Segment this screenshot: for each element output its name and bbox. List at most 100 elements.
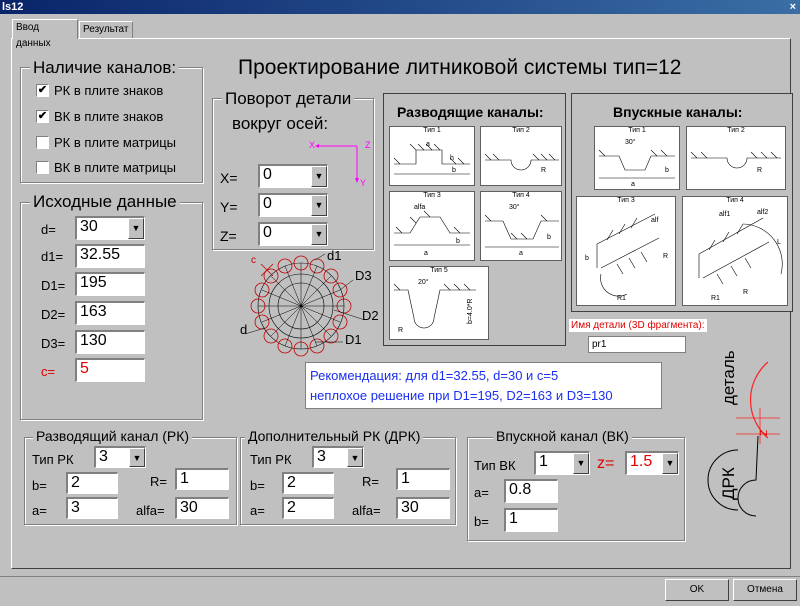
rot-x-select[interactable]: 0 ▼ xyxy=(258,164,328,188)
d1-input[interactable]: 32.55 xyxy=(75,244,145,268)
chevron-down-icon[interactable]: ▼ xyxy=(311,166,327,187)
chevron-down-icon[interactable]: ▼ xyxy=(128,218,144,239)
z-side-label: Z xyxy=(759,429,770,436)
tab-result[interactable]: Результат xyxy=(79,21,133,39)
checkbox-checked-icon[interactable]: ✔ xyxy=(36,84,49,97)
checkbox-empty-icon[interactable] xyxy=(36,161,49,174)
runner-type-1-sketch: a hb xyxy=(393,141,470,175)
rk-a-input[interactable]: 3 xyxy=(66,497,118,519)
drk-a-input[interactable]: 2 xyxy=(282,497,334,519)
channel-label: РК в плите матрицы xyxy=(54,135,177,150)
svg-text:a: a xyxy=(631,181,635,188)
drk-b-label: b= xyxy=(250,478,265,493)
svg-text:R1: R1 xyxy=(711,295,720,302)
drk-r-input[interactable]: 1 xyxy=(396,468,450,490)
gate-type-1-sketch: 30° a b xyxy=(598,138,675,188)
svg-text:alfa: alfa xyxy=(414,204,425,211)
svg-text:a: a xyxy=(426,141,430,148)
gate-type-4: Тип 4 alf1 alf2 R R1 L xyxy=(682,196,788,306)
svg-text:b: b xyxy=(456,238,460,245)
detail-label: деталь xyxy=(719,350,738,405)
runner-type-1: Тип 1 a hb xyxy=(389,126,475,186)
vk-z-label: z= xyxy=(597,455,615,472)
drk-type-select[interactable]: 3 ▼ xyxy=(312,446,364,468)
type-caption: Тип 2 xyxy=(481,127,561,134)
runner-type-4-sketch: 30° a b xyxy=(484,203,559,257)
bottom-separator xyxy=(0,576,800,577)
chevron-down-icon[interactable]: ▼ xyxy=(347,448,363,467)
rot-y-label: Y= xyxy=(220,199,238,215)
drk-b-input[interactable]: 2 xyxy=(282,472,334,494)
svg-text:30°: 30° xyxy=(509,203,520,211)
rk-b-input[interactable]: 2 xyxy=(66,472,118,494)
drk-alfa-label: alfa= xyxy=(352,503,381,518)
svg-text:alf2: alf2 xyxy=(757,209,768,216)
rk-type-select[interactable]: 3 ▼ xyxy=(94,446,146,468)
vk-b-input[interactable]: 1 xyxy=(504,508,558,532)
rot-x-label: X= xyxy=(220,170,238,186)
D2-input[interactable]: 163 xyxy=(75,301,145,325)
checkbox-checked-icon[interactable]: ✔ xyxy=(36,110,49,123)
D1-input[interactable]: 195 xyxy=(75,272,145,296)
type-caption: Тип 3 xyxy=(390,192,474,199)
gate-type-2: Тип 2 R xyxy=(686,126,786,190)
type-caption: Тип 1 xyxy=(390,127,474,134)
vk-type-label: Тип ВК xyxy=(474,458,516,473)
d-select[interactable]: 30 ▼ xyxy=(75,216,145,240)
tab-input[interactable]: Ввод данных xyxy=(12,19,78,49)
channels-legend: Наличие каналов: xyxy=(30,58,180,78)
rotation-legend-2: вокруг осей: xyxy=(232,114,329,133)
rot-z-select[interactable]: 0 ▼ xyxy=(258,222,328,246)
gate-type-3: Тип 3 alf Rb R1 xyxy=(576,196,676,306)
drk-alfa-input[interactable]: 30 xyxy=(396,497,450,519)
runner-type-4: Тип 4 30° a b xyxy=(480,191,562,261)
rk-r-input[interactable]: 1 xyxy=(175,468,229,490)
svg-text:20°: 20° xyxy=(418,278,429,286)
type-caption: Тип 5 xyxy=(390,267,488,274)
vk-z-select[interactable]: 1.5 ▼ xyxy=(625,451,679,475)
svg-text:b: b xyxy=(665,167,669,174)
runner-type-5: Тип 5 20° b=4.0*R R xyxy=(389,266,489,340)
vk-legend: Впускной канал (ВК) xyxy=(493,428,632,444)
close-icon[interactable]: × xyxy=(790,0,796,14)
D3-diagram-label: D3 xyxy=(355,268,372,283)
runner-type-2-sketch: R xyxy=(484,153,559,174)
svg-text:a: a xyxy=(424,250,428,257)
drk-label: ДРК xyxy=(719,467,738,500)
rot-z-label: Z= xyxy=(220,228,237,244)
part-name-label: Имя детали (3D фрагмента): xyxy=(569,319,707,332)
d-label: d= xyxy=(41,222,56,237)
c-input[interactable]: 5 xyxy=(75,358,145,382)
chevron-down-icon[interactable]: ▼ xyxy=(662,453,678,474)
svg-text:R: R xyxy=(398,327,403,334)
rk-legend: Разводящий канал (РК) xyxy=(33,428,193,444)
d-diagram-label: d xyxy=(240,322,248,337)
ok-button[interactable]: OK xyxy=(665,579,729,601)
svg-text:b: b xyxy=(547,234,551,241)
svg-text:R: R xyxy=(541,167,546,174)
recommendation-line-1: Рекомендация: для d1=32.55, d=30 и c=5 xyxy=(310,368,559,383)
window-title: ls12 xyxy=(0,0,800,14)
cancel-button[interactable]: Отмена xyxy=(733,579,797,601)
checkbox-empty-icon[interactable] xyxy=(36,136,49,149)
rot-y-select[interactable]: 0 ▼ xyxy=(258,193,328,217)
D1-label: D1= xyxy=(41,278,66,293)
c-label: c= xyxy=(41,364,56,379)
chevron-down-icon[interactable]: ▼ xyxy=(311,224,327,245)
rk-alfa-input[interactable]: 30 xyxy=(175,497,229,519)
part-name-input[interactable]: pr1 xyxy=(588,336,686,353)
svg-text:R: R xyxy=(663,253,668,260)
vk-b-label: b= xyxy=(474,514,489,529)
c-diagram-label: c xyxy=(251,255,256,266)
chevron-down-icon[interactable]: ▼ xyxy=(129,448,145,467)
source-legend: Исходные данные xyxy=(30,192,180,212)
vk-type-select[interactable]: 1 ▼ xyxy=(534,451,590,475)
drk-a-label: a= xyxy=(250,503,265,518)
svg-text:30°: 30° xyxy=(625,138,636,146)
type-caption: Тип 4 xyxy=(481,192,561,199)
chevron-down-icon[interactable]: ▼ xyxy=(573,453,589,474)
recommendation-box: Рекомендация: для d1=32.55, d=30 и c=5 н… xyxy=(305,362,662,409)
D3-input[interactable]: 130 xyxy=(75,330,145,354)
chevron-down-icon[interactable]: ▼ xyxy=(311,195,327,216)
vk-a-input[interactable]: 0.8 xyxy=(504,479,558,503)
